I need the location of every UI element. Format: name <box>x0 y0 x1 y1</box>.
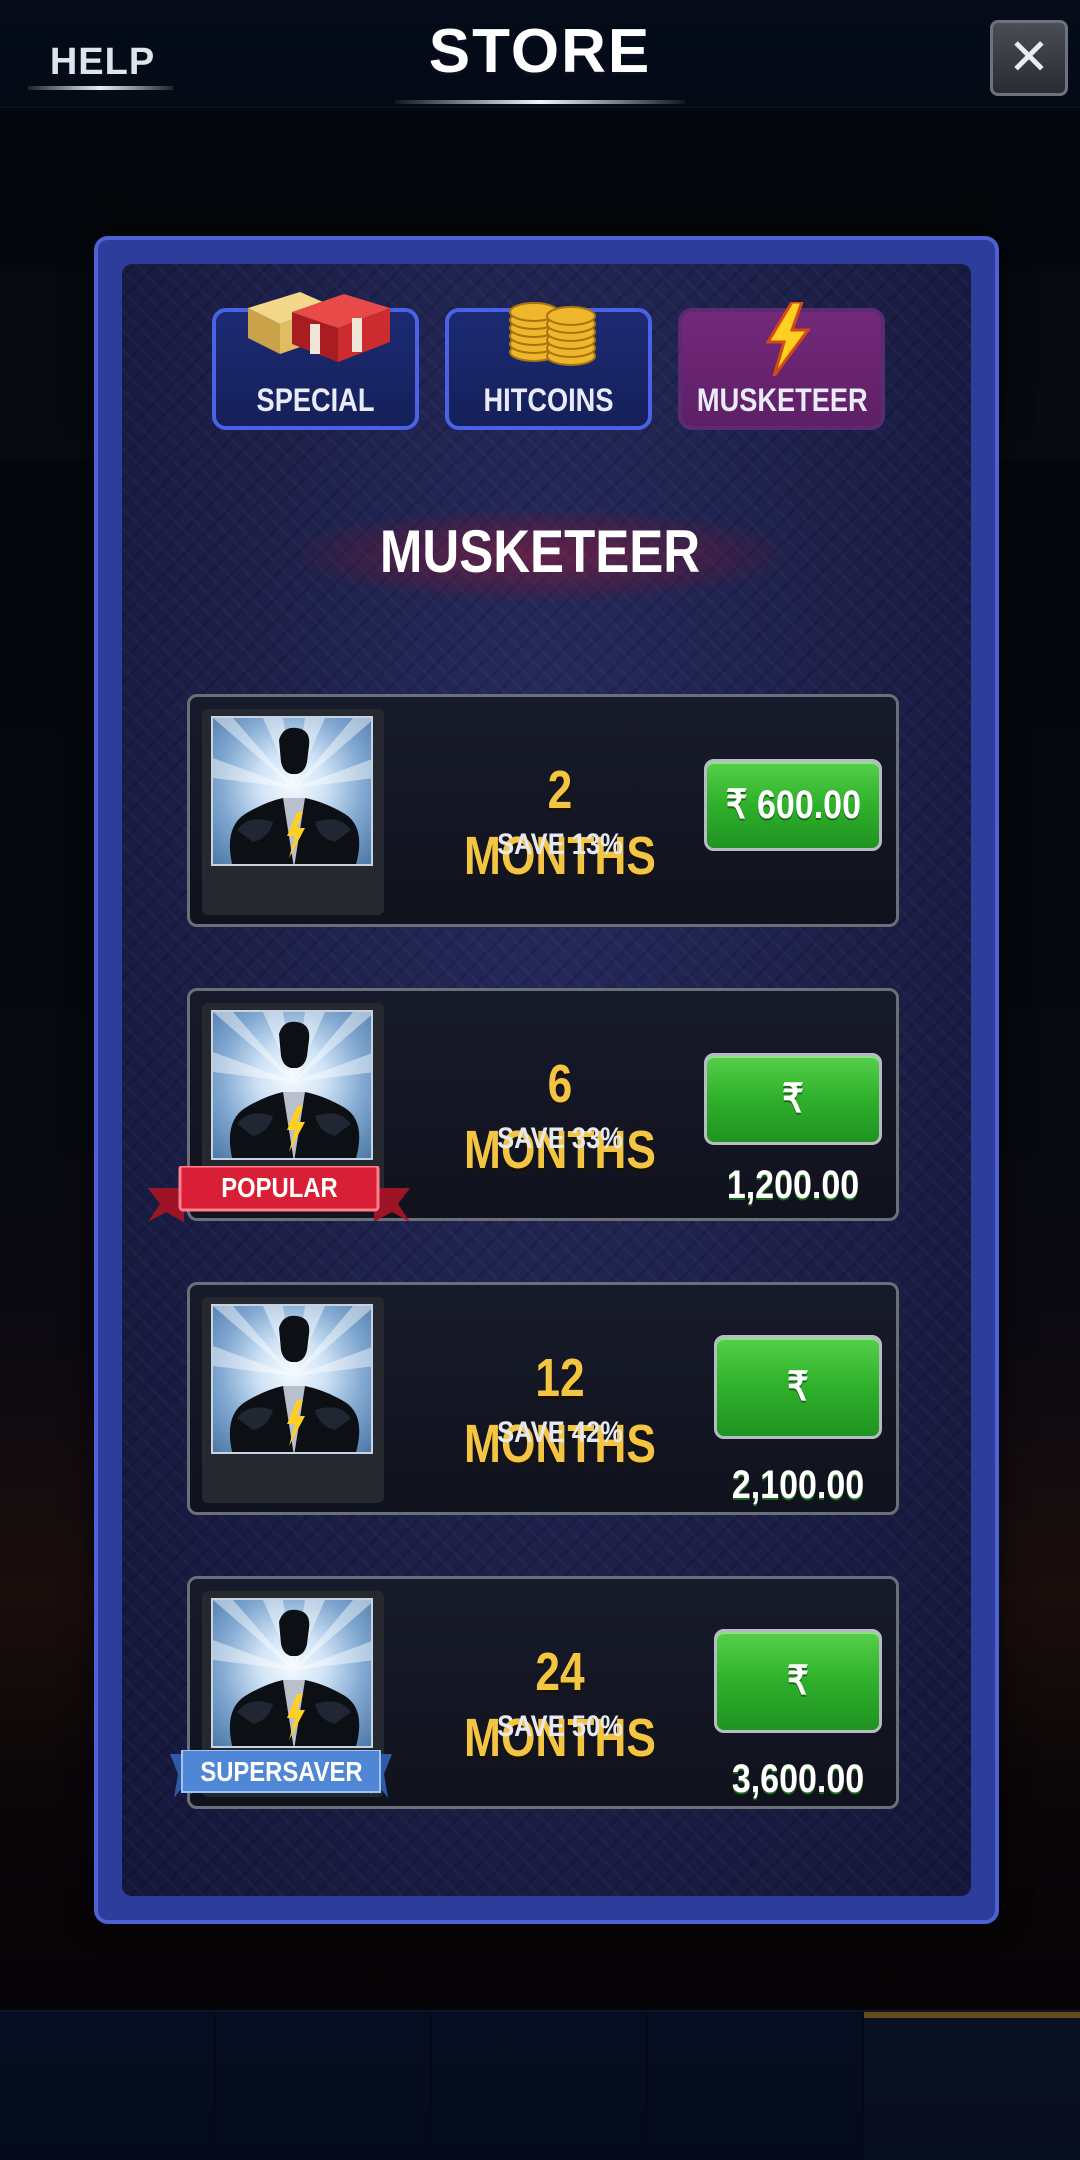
package-card-2-months: 2 MONTHS SAVE 13% ₹ 600.00 <box>187 694 899 927</box>
package-savings: SAVE 50% <box>497 1710 623 1743</box>
page-title: STORE <box>428 17 652 86</box>
buy-button-2-months[interactable]: ₹ 600.00 <box>704 759 882 851</box>
tab-label: HITCOINS <box>483 382 614 418</box>
tab-hitcoins[interactable]: HITCOINS <box>445 302 652 430</box>
close-icon: ✕ <box>1008 28 1050 86</box>
buy-button-12-months[interactable]: ₹ 2,100.00 <box>714 1335 882 1507</box>
package-savings: SAVE 13% <box>497 828 623 861</box>
supersaver-ribbon: SUPERSAVER <box>170 1750 392 1798</box>
popular-ribbon: POPULAR <box>148 1166 410 1222</box>
buy-button-6-months[interactable]: ₹ 1,200.00 <box>704 1053 882 1207</box>
tab-label: SPECIAL <box>256 382 375 418</box>
help-button[interactable]: HELP <box>30 34 175 94</box>
price-label: ₹ 600.00 <box>725 783 861 827</box>
buy-button-24-months[interactable]: ₹ 3,600.00 <box>714 1629 882 1801</box>
package-duration: 2 MONTHS <box>464 760 656 886</box>
title-underline <box>395 100 685 104</box>
package-card-12-months: 12 MONTHS SAVE 42% ₹ 2,100.00 <box>187 1282 899 1515</box>
package-duration: 24 MONTHS <box>464 1642 656 1768</box>
package-savings: SAVE 42% <box>497 1416 623 1449</box>
popular-label: POPULAR <box>220 1172 338 1203</box>
chest-icon <box>248 292 390 362</box>
close-button[interactable]: ✕ <box>990 20 1068 96</box>
price-label: ₹ 2,100.00 <box>731 1365 865 1507</box>
lightning-icon <box>765 302 811 376</box>
package-savings: SAVE 33% <box>497 1122 623 1155</box>
tab-label: MUSKETEER <box>696 382 868 418</box>
section-title: MUSKETEER <box>379 518 701 585</box>
musketeer-avatar-icon <box>211 716 373 866</box>
tab-musketeer[interactable]: MUSKETEER <box>678 302 885 430</box>
package-duration: 12 MONTHS <box>464 1348 656 1474</box>
tab-special[interactable]: SPECIAL <box>212 292 419 430</box>
musketeer-avatar-icon <box>211 1598 373 1748</box>
musketeer-avatar-icon <box>211 1010 373 1160</box>
coins-icon <box>509 302 596 366</box>
package-duration: 6 MONTHS <box>464 1054 656 1180</box>
musketeer-avatar-icon <box>211 1304 373 1454</box>
supersaver-label: SUPERSAVER <box>199 1756 363 1787</box>
help-underline <box>28 86 173 90</box>
price-label: ₹ 1,200.00 <box>726 1077 860 1207</box>
price-label: ₹ 3,600.00 <box>731 1659 865 1801</box>
